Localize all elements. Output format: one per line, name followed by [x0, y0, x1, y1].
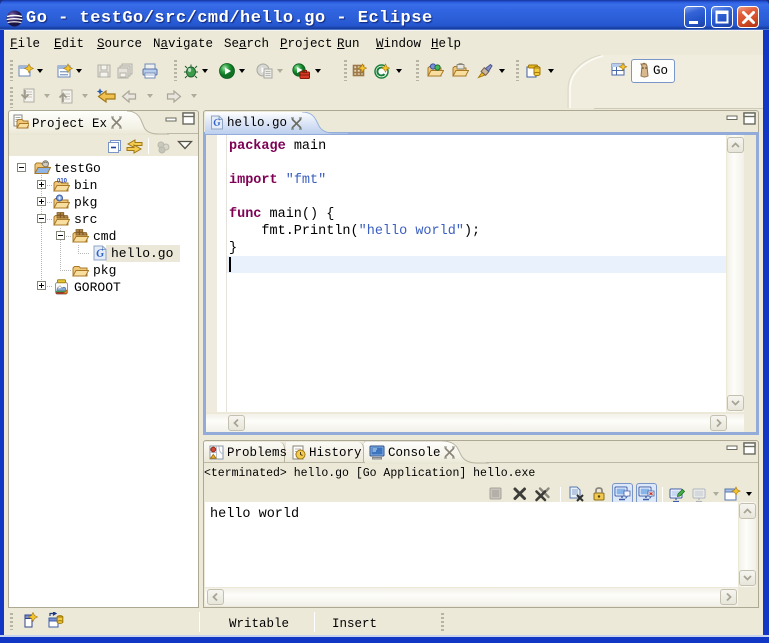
svg-text:010: 010 — [57, 179, 68, 185]
svg-text:G: G — [95, 247, 105, 260]
